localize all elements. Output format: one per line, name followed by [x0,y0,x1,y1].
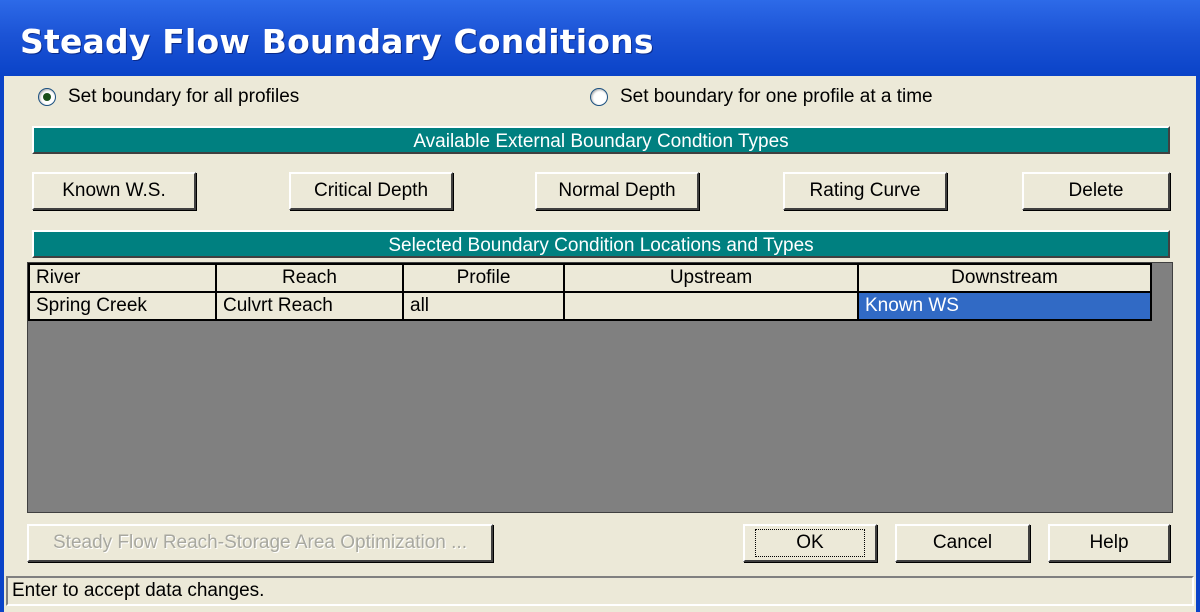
column-header-upstream[interactable]: Upstream [563,263,859,293]
normal-depth-button[interactable]: Normal Depth [535,172,699,210]
cell-river[interactable]: Spring Creek [28,291,217,321]
rating-curve-button[interactable]: Rating Curve [783,172,947,210]
all-profiles-label: Set boundary for all profiles [68,86,300,107]
boundary-table: River Reach Profile Upstream Downstream … [28,263,1152,321]
table-header-row: River Reach Profile Upstream Downstream [28,263,1152,293]
ok-button[interactable]: OK [743,524,877,562]
ok-label: OK [755,529,865,557]
status-bar: Enter to accept data changes. [6,576,1194,606]
types-section-header: Available External Boundary Condtion Typ… [32,126,1170,154]
table-row[interactable]: Spring Creek Culvrt Reach all Known WS [28,291,1152,321]
one-profile-option[interactable]: Set boundary for one profile at a time [590,84,933,110]
column-header-river[interactable]: River [28,263,217,293]
window-title: Steady Flow Boundary Conditions [20,22,654,61]
cell-profile[interactable]: all [402,291,565,321]
known-ws-button[interactable]: Known W.S. [32,172,196,210]
window-frame-left [0,76,4,612]
delete-button[interactable]: Delete [1022,172,1170,210]
help-button[interactable]: Help [1048,524,1170,562]
window-frame-right [1196,76,1200,612]
column-header-reach[interactable]: Reach [215,263,404,293]
cancel-button[interactable]: Cancel [895,524,1030,562]
title-bar: Steady Flow Boundary Conditions [0,0,1200,76]
column-header-profile[interactable]: Profile [402,263,565,293]
optimization-button[interactable]: Steady Flow Reach-Storage Area Optimizat… [27,524,493,562]
critical-depth-button[interactable]: Critical Depth [289,172,453,210]
cell-upstream[interactable] [563,291,859,321]
boundary-grid[interactable]: River Reach Profile Upstream Downstream … [27,262,1173,513]
locations-section-header: Selected Boundary Condition Locations an… [32,230,1170,258]
column-header-downstream[interactable]: Downstream [857,263,1152,293]
cell-downstream[interactable]: Known WS [857,291,1152,321]
cell-reach[interactable]: Culvrt Reach [215,291,404,321]
one-profile-label: Set boundary for one profile at a time [620,86,933,107]
all-profiles-radio[interactable] [38,88,56,106]
one-profile-radio[interactable] [590,88,608,106]
all-profiles-option[interactable]: Set boundary for all profiles [38,84,299,110]
